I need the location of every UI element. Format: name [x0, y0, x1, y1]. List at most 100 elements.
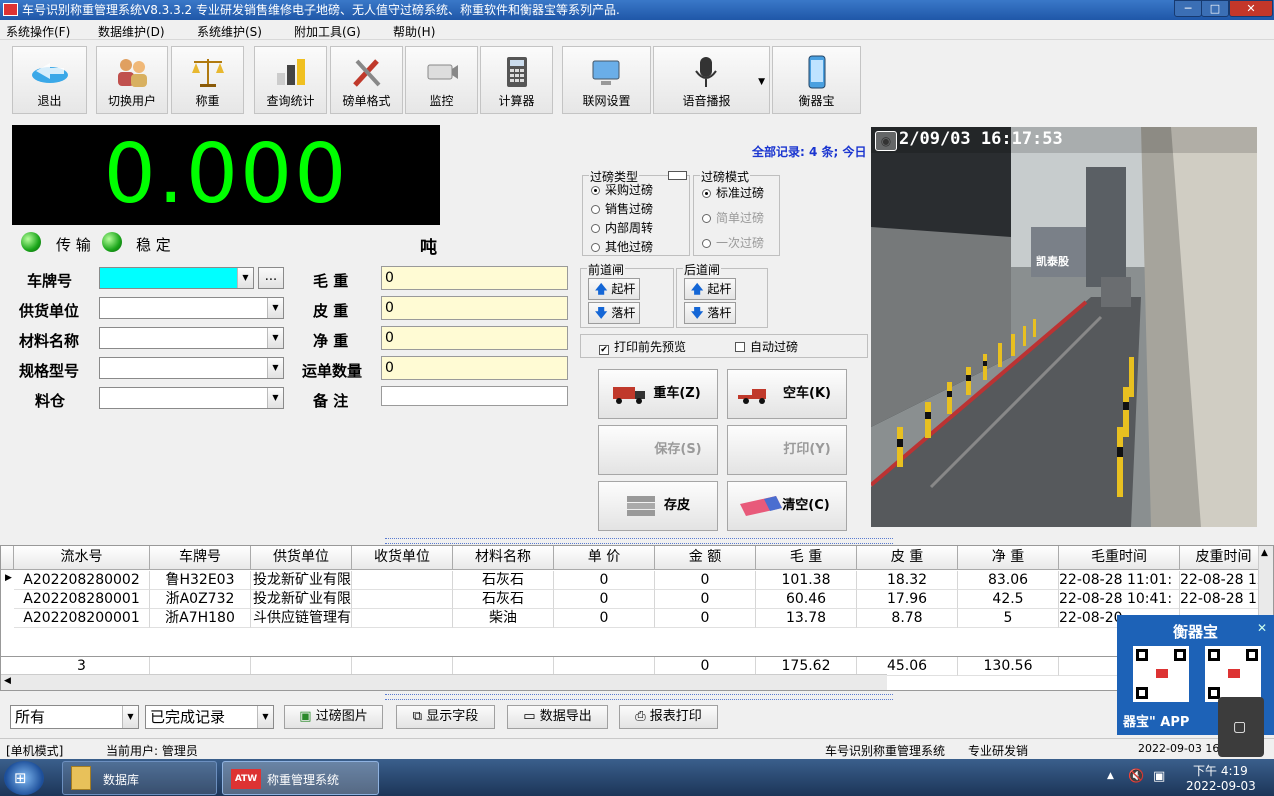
table-cell[interactable]: A202208200001 — [14, 609, 150, 628]
horizontal-scrollbar[interactable]: ◀ — [1, 674, 887, 690]
table-cell[interactable]: A202208280001 — [14, 590, 150, 609]
plate-browse-button[interactable]: ... — [258, 267, 284, 289]
waybill-qty-field[interactable]: 0 — [381, 356, 568, 380]
column-header[interactable]: 毛 重 — [756, 546, 857, 570]
menu-system-maintenance[interactable]: 系统维护(S) — [197, 23, 262, 40]
qr-code-right[interactable] — [1205, 646, 1261, 702]
table-cell[interactable]: 22-08-28 11: — [1180, 590, 1268, 609]
taskbar-item-weighing-system[interactable]: ATW 称重管理系统 — [222, 761, 379, 795]
chevron-down-icon[interactable]: ▼ — [122, 706, 138, 728]
table-cell[interactable]: 42.5 — [958, 590, 1059, 609]
table-cell[interactable]: 浙A7H180 — [150, 609, 251, 628]
column-header[interactable]: 收货单位 — [352, 546, 453, 570]
menu-extra-tools[interactable]: 附加工具(G) — [294, 23, 361, 40]
close-button[interactable]: ✕ — [1229, 0, 1273, 17]
table-cell[interactable]: 22-08-28 10:41: — [1059, 590, 1180, 609]
export-data-button[interactable]: ▭ 数据导出 — [507, 705, 608, 729]
menu-data-maintenance[interactable]: 数据维护(D) — [98, 23, 165, 40]
clear-button[interactable]: 清空(C) — [727, 481, 847, 531]
report-print-button[interactable]: ⎙ 报表打印 — [619, 705, 718, 729]
table-cell[interactable]: 17.96 — [857, 590, 958, 609]
tray-expand-icon[interactable]: ▲ — [1107, 771, 1114, 781]
print-button[interactable]: 打印(Y) — [727, 425, 847, 475]
column-header[interactable]: 流水号 — [14, 546, 150, 570]
table-cell[interactable]: 0 — [554, 571, 655, 590]
table-cell[interactable]: 60.46 — [756, 590, 857, 609]
snapshot-camera-icon[interactable]: ◉ — [875, 131, 897, 151]
chevron-down-icon[interactable]: ▼ — [257, 706, 273, 728]
auto-weigh-checkbox[interactable]: 自动过磅 — [735, 338, 798, 355]
rear-gate-lower-button[interactable]: 🡇 落杆 — [684, 302, 736, 324]
front-gate-raise-button[interactable]: 🡅 起杆 — [588, 278, 640, 300]
splitter-handle[interactable] — [385, 694, 893, 700]
weigh-mode-simple[interactable]: 简单过磅 — [702, 209, 764, 226]
table-cell[interactable]: 鲁H32E03 — [150, 571, 251, 590]
table-cell[interactable]: 0 — [554, 590, 655, 609]
chevron-down-icon[interactable]: ▼ — [267, 298, 283, 318]
filter-status-combo[interactable]: 已完成记录 ▼ — [145, 705, 274, 729]
table-cell[interactable]: 0 — [655, 571, 756, 590]
calculator-button[interactable]: 计算器 — [480, 46, 553, 114]
plate-combo[interactable]: ▼ — [99, 267, 254, 289]
table-cell[interactable] — [352, 571, 453, 590]
save-button[interactable]: 保存(S) — [598, 425, 718, 475]
table-cell[interactable] — [352, 609, 453, 628]
column-header[interactable]: 供货单位 — [251, 546, 352, 570]
column-header[interactable]: 皮 重 — [857, 546, 958, 570]
table-cell[interactable]: 投龙新矿业有限 — [251, 590, 352, 609]
table-cell[interactable]: 斗供应链管理有 — [251, 609, 352, 628]
weigh-type-other[interactable]: 其他过磅 — [591, 238, 653, 255]
table-cell[interactable]: 石灰石 — [453, 571, 554, 590]
splitter-handle[interactable] — [385, 538, 893, 544]
show-fields-button[interactable]: ⧉ 显示字段 — [396, 705, 495, 729]
table-cell[interactable]: 13.78 — [756, 609, 857, 628]
weigh-type-purchase[interactable]: 采购过磅 — [591, 181, 653, 198]
table-cell[interactable]: 22-08-28 11:01: — [1059, 571, 1180, 590]
rear-gate-raise-button[interactable]: 🡅 起杆 — [684, 278, 736, 300]
table-cell[interactable]: 18.32 — [857, 571, 958, 590]
table-cell[interactable]: 22-08-28 12: — [1180, 571, 1268, 590]
exit-button[interactable]: 退出 — [12, 46, 87, 114]
column-header[interactable]: 金 额 — [655, 546, 756, 570]
tare-field[interactable]: 0 — [381, 296, 568, 320]
column-header[interactable]: 毛重时间 — [1059, 546, 1180, 570]
table-cell[interactable]: 0 — [655, 609, 756, 628]
net-field[interactable]: 0 — [381, 326, 568, 350]
table-cell[interactable]: 101.38 — [756, 571, 857, 590]
hengqibao-button[interactable]: 衡器宝 — [772, 46, 861, 114]
network-tray-icon[interactable]: ▣ — [1153, 769, 1165, 784]
monitor-button[interactable]: 监控 — [405, 46, 478, 114]
column-header[interactable]: 单 价 — [554, 546, 655, 570]
weigh-photos-button[interactable]: ▣ 过磅图片 — [284, 705, 383, 729]
weigh-type-sales[interactable]: 销售过磅 — [591, 200, 653, 217]
table-cell[interactable]: 投龙新矿业有限 — [251, 571, 352, 590]
menu-system-operation[interactable]: 系统操作(F) — [6, 23, 70, 40]
column-header[interactable]: 皮重时间 — [1180, 546, 1268, 570]
front-gate-lower-button[interactable]: 🡇 落杆 — [588, 302, 640, 324]
popup-close-icon[interactable]: ✕ — [1257, 621, 1267, 635]
weigh-mode-standard[interactable]: 标准过磅 — [702, 184, 764, 201]
save-tare-button[interactable]: 存皮 — [598, 481, 718, 531]
start-button[interactable]: ⊞ — [4, 761, 44, 795]
table-cell[interactable]: 8.78 — [857, 609, 958, 628]
heavy-truck-button[interactable]: 重车(Z) — [598, 369, 718, 419]
material-combo[interactable]: ▼ — [99, 327, 284, 349]
table-cell[interactable] — [352, 590, 453, 609]
voice-broadcast-button[interactable]: 语音播报 ▼ — [653, 46, 770, 114]
spec-combo[interactable]: ▼ — [99, 357, 284, 379]
table-cell[interactable]: 浙A0Z732 — [150, 590, 251, 609]
table-cell[interactable]: 柴油 — [453, 609, 554, 628]
preview-before-print-checkbox[interactable]: ✔ 打印前先预览 — [599, 338, 686, 355]
weigh-button[interactable]: 称重 — [171, 46, 244, 114]
column-header[interactable]: 材料名称 — [453, 546, 554, 570]
bin-combo[interactable]: ▼ — [99, 387, 284, 409]
empty-truck-button[interactable]: 空车(K) — [727, 369, 847, 419]
chevron-down-icon[interactable]: ▼ — [267, 328, 283, 348]
table-cell[interactable]: A202208280002 — [14, 571, 150, 590]
table-cell[interactable]: 83.06 — [958, 571, 1059, 590]
menu-help[interactable]: 帮助(H) — [393, 23, 435, 40]
gross-field[interactable]: 0 — [381, 266, 568, 290]
table-cell[interactable]: 0 — [554, 609, 655, 628]
scroll-up-icon[interactable]: ▲ — [1261, 548, 1268, 558]
chat-icon[interactable]: ▢ — [1233, 719, 1246, 735]
